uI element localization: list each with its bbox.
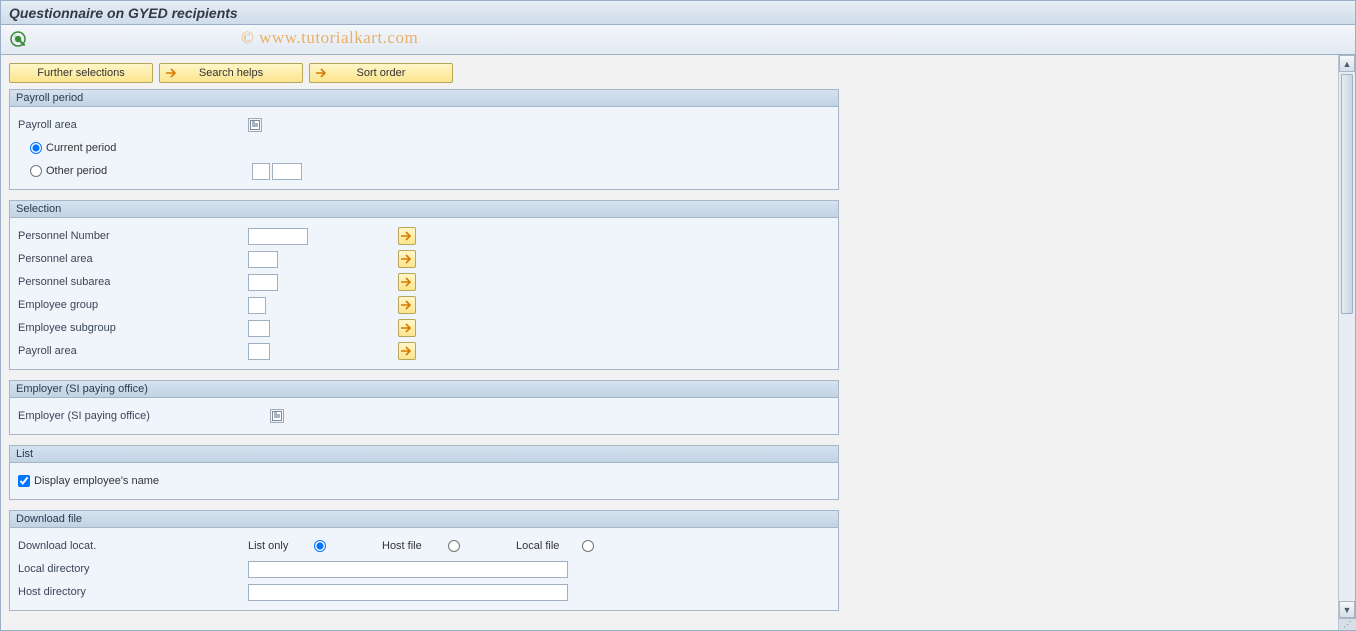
sort-order-button[interactable]: Sort order — [309, 63, 453, 83]
search-helps-label: Search helps — [199, 67, 263, 79]
personnel-subarea-input[interactable] — [248, 274, 278, 291]
display-employee-name-checkbox[interactable] — [18, 475, 30, 487]
sort-order-label: Sort order — [357, 67, 406, 79]
field-label: Employee group — [18, 299, 248, 311]
resize-grip-icon: ⋰ — [1339, 618, 1356, 630]
other-period-input-2[interactable] — [272, 163, 302, 180]
list-only-label: List only — [248, 540, 308, 552]
current-period-label: Current period — [46, 142, 116, 154]
download-file-group: Download file Download locat. List only … — [9, 510, 839, 611]
group-header: Selection — [10, 201, 838, 218]
multiple-selection-button[interactable] — [398, 227, 416, 245]
other-period-input-1[interactable] — [252, 163, 270, 180]
other-period-radio[interactable] — [30, 165, 42, 177]
search-helps-button[interactable]: Search helps — [159, 63, 303, 83]
payroll-area-label: Payroll area — [18, 119, 248, 131]
selection-group: Selection Personnel Number Personnel are… — [9, 200, 839, 370]
dropdown-icon[interactable] — [248, 118, 262, 132]
display-employee-name-label: Display employee's name — [34, 475, 159, 487]
local-directory-label: Local directory — [18, 563, 248, 575]
field-label: Payroll area — [18, 345, 248, 357]
other-period-label: Other period — [46, 165, 252, 177]
arrow-right-icon — [316, 68, 328, 78]
application-toolbar: © www.tutorialkart.com — [1, 25, 1355, 55]
page-title: Questionnaire on GYED recipients — [9, 5, 238, 21]
watermark-text: © www.tutorialkart.com — [241, 28, 418, 48]
employer-group: Employer (SI paying office) Employer (SI… — [9, 380, 839, 435]
field-label: Employee subgroup — [18, 322, 248, 334]
group-header: Payroll period — [10, 90, 838, 107]
further-selections-label: Further selections — [37, 67, 124, 79]
arrow-right-icon — [166, 68, 178, 78]
group-header: Employer (SI paying office) — [10, 381, 838, 398]
multiple-selection-button[interactable] — [398, 273, 416, 291]
list-only-radio[interactable] — [314, 540, 326, 552]
scroll-up-button[interactable]: ▲ — [1339, 55, 1355, 72]
scroll-thumb[interactable] — [1341, 74, 1353, 314]
host-file-radio[interactable] — [448, 540, 460, 552]
field-label: Personnel subarea — [18, 276, 248, 288]
personnel-area-input[interactable] — [248, 251, 278, 268]
group-header: List — [10, 446, 838, 463]
scroll-track[interactable] — [1339, 72, 1355, 601]
employee-group-input[interactable] — [248, 297, 266, 314]
multiple-selection-button[interactable] — [398, 250, 416, 268]
employer-label: Employer (SI paying office) — [18, 410, 270, 422]
title-bar: Questionnaire on GYED recipients — [1, 1, 1355, 25]
local-directory-input[interactable] — [248, 561, 568, 578]
execute-icon[interactable] — [9, 30, 29, 50]
employee-subgroup-input[interactable] — [248, 320, 270, 337]
selection-toolbar: Further selections Search helps Sort ord… — [9, 63, 1330, 83]
multiple-selection-button[interactable] — [398, 296, 416, 314]
payroll-area-input[interactable] — [248, 343, 270, 360]
host-file-label: Host file — [382, 540, 442, 552]
further-selections-button[interactable]: Further selections — [9, 63, 153, 83]
vertical-scrollbar[interactable]: ▲ ▼ ⋰ — [1338, 55, 1355, 630]
multiple-selection-button[interactable] — [398, 342, 416, 360]
field-label: Personnel Number — [18, 230, 248, 242]
group-header: Download file — [10, 511, 838, 528]
local-file-label: Local file — [516, 540, 576, 552]
personnel-number-input[interactable] — [248, 228, 308, 245]
payroll-period-group: Payroll period Payroll area Current peri… — [9, 89, 839, 190]
multiple-selection-button[interactable] — [398, 319, 416, 337]
dropdown-icon[interactable] — [270, 409, 284, 423]
host-directory-label: Host directory — [18, 586, 248, 598]
local-file-radio[interactable] — [582, 540, 594, 552]
download-locat-label: Download locat. — [18, 540, 248, 552]
current-period-radio[interactable] — [30, 142, 42, 154]
list-group: List Display employee's name — [9, 445, 839, 500]
scroll-down-button[interactable]: ▼ — [1339, 601, 1355, 618]
field-label: Personnel area — [18, 253, 248, 265]
host-directory-input[interactable] — [248, 584, 568, 601]
